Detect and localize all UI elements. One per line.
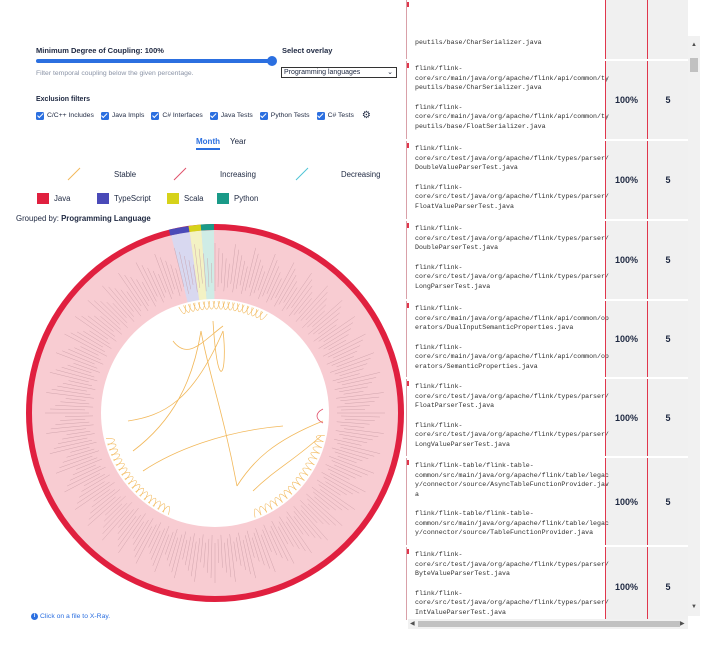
stable-trend-icon — [67, 167, 81, 181]
checkbox-checked[interactable] — [151, 111, 160, 120]
table-row[interactable]: flink/flink- core/src/test/java/org/apac… — [406, 547, 688, 620]
tab-month[interactable]: Month — [196, 137, 220, 150]
degree-cell — [605, 0, 647, 59]
revisions-cell: 5 — [647, 221, 688, 299]
file-path[interactable]: flink/flink-table/flink-table- common/sr… — [407, 509, 609, 538]
filter-cpp-includes[interactable]: C/C++ Includes — [36, 111, 94, 120]
revisions-cell: 5 — [647, 61, 688, 139]
horizontal-scroll-thumb[interactable] — [418, 621, 680, 627]
chevron-down-icon: ⌄ — [387, 69, 393, 76]
legend-typescript: TypeScript — [97, 193, 151, 204]
degree-cell: 100% — [605, 141, 647, 219]
exclusion-filters: C/C++ Includes Java Impls C# Interfaces … — [36, 110, 371, 121]
exclusion-filters-label: Exclusion filters — [36, 96, 91, 103]
file-path[interactable]: flink/flink- core/src/test/java/org/apac… — [407, 144, 609, 173]
degree-cell: 100% — [605, 61, 647, 139]
coupling-slider-track[interactable] — [36, 59, 272, 63]
tab-year[interactable]: Year — [230, 137, 246, 150]
file-path[interactable]: flink/flink- core/src/test/java/org/apac… — [407, 550, 609, 579]
gear-icon[interactable]: ⚙ — [362, 110, 371, 121]
file-path[interactable]: flink/flink- core/src/test/java/org/apac… — [407, 183, 609, 212]
file-path[interactable]: flink/flink- core/src/test/java/org/apac… — [407, 263, 609, 292]
horizontal-scrollbar[interactable]: ◀ ▶ — [408, 619, 688, 629]
revisions-cell: 5 — [647, 458, 688, 545]
legend-python: Python — [217, 193, 258, 204]
info-icon: i — [31, 613, 38, 620]
file-path[interactable]: flink/flink-table/flink-table- common/sr… — [407, 461, 609, 499]
file-path[interactable]: peutils/base/CharSerializer.java — [407, 38, 605, 48]
file-path[interactable]: flink/flink- core/src/test/java/org/apac… — [407, 421, 609, 450]
xray-hint: i Click on a file to X-Ray. — [31, 613, 110, 620]
scroll-left-icon[interactable]: ◀ — [410, 620, 415, 627]
coupling-hint: Filter temporal coupling below the given… — [36, 70, 194, 77]
table-row[interactable]: flink/flink- core/src/test/java/org/apac… — [406, 379, 688, 457]
table-row[interactable]: flink/flink- core/src/main/java/org/apac… — [406, 301, 688, 378]
file-path[interactable]: flink/flink- core/src/main/java/org/apac… — [407, 343, 609, 372]
decreasing-trend-icon — [295, 167, 309, 181]
legend-java: Java — [37, 193, 70, 204]
java-swatch — [37, 193, 49, 204]
scroll-up-icon[interactable]: ▲ — [691, 42, 697, 48]
legend-scala: Scala — [167, 193, 204, 204]
degree-cell: 100% — [605, 458, 647, 545]
typescript-ring — [168, 226, 190, 236]
coupling-title: Minimum Degree of Coupling: 100% — [36, 46, 164, 55]
revisions-cell: 5 — [647, 301, 688, 377]
revisions-cell: 5 — [647, 379, 688, 456]
typescript-swatch — [97, 193, 109, 204]
degree-cell: 100% — [605, 379, 647, 456]
revisions-cell: 5 — [647, 141, 688, 219]
legend-increasing: Increasing — [220, 170, 256, 179]
filter-python-tests[interactable]: Python Tests — [259, 111, 310, 120]
coupling-circle[interactable] — [23, 221, 407, 605]
coupling-panel: Minimum Degree of Coupling: 100% Filter … — [0, 0, 404, 651]
table-row[interactable]: flink/flink-table/flink-table- common/sr… — [406, 458, 688, 546]
table-row[interactable]: flink/flink- core/src/main/java/org/apac… — [406, 61, 688, 140]
table-row[interactable]: flink/flink- core/src/test/java/org/apac… — [406, 221, 688, 300]
scroll-right-icon[interactable]: ▶ — [680, 620, 685, 627]
file-path[interactable]: flink/flink- core/src/main/java/org/apac… — [407, 103, 609, 132]
file-path[interactable]: flink/flink- core/src/test/java/org/apac… — [407, 382, 609, 411]
file-path[interactable]: flink/flink- core/src/test/java/org/apac… — [407, 589, 609, 618]
coupling-table: peutils/base/CharSerializer.java flink/f… — [406, 0, 688, 620]
period-tabs: Month Year — [196, 137, 246, 150]
vertical-scroll-thumb[interactable] — [690, 58, 698, 72]
legend-decreasing: Decreasing — [341, 170, 381, 179]
filter-csharp-tests[interactable]: C# Tests — [316, 111, 354, 120]
checkbox-checked[interactable] — [259, 111, 268, 120]
table-row[interactable]: flink/flink- core/src/test/java/org/apac… — [406, 141, 688, 220]
degree-cell: 100% — [605, 301, 647, 377]
filter-csharp-interfaces[interactable]: C# Interfaces — [151, 111, 203, 120]
checkbox-checked[interactable] — [209, 111, 218, 120]
coupling-slider-thumb[interactable] — [267, 56, 277, 66]
degree-cell: 100% — [605, 221, 647, 299]
checkbox-checked[interactable] — [36, 111, 44, 120]
increasing-trend-icon — [173, 167, 187, 181]
table-row[interactable]: peutils/base/CharSerializer.java — [406, 0, 688, 60]
scroll-down-icon[interactable]: ▼ — [691, 604, 697, 610]
checkbox-checked[interactable] — [100, 111, 109, 120]
overlay-select[interactable]: Programming languages ⌄ — [281, 67, 397, 78]
scala-swatch — [167, 193, 179, 204]
python-swatch — [217, 193, 229, 204]
filter-java-tests[interactable]: Java Tests — [209, 111, 253, 120]
overlay-label: Select overlay — [282, 46, 333, 55]
checkbox-checked[interactable] — [316, 111, 325, 120]
filter-java-impls[interactable]: Java Impls — [100, 111, 144, 120]
revisions-cell — [647, 0, 688, 59]
overlay-select-value: Programming languages — [284, 69, 361, 76]
legend-stable: Stable — [114, 170, 137, 179]
file-path[interactable]: flink/flink- core/src/main/java/org/apac… — [407, 304, 609, 333]
revisions-cell: 5 — [647, 547, 688, 620]
vertical-scrollbar[interactable]: ▲ ▼ — [688, 36, 700, 616]
scala-ring — [188, 224, 202, 233]
file-path[interactable]: flink/flink- core/src/main/java/org/apac… — [407, 64, 609, 93]
file-path[interactable]: flink/flink- core/src/test/java/org/apac… — [407, 224, 609, 253]
python-ring — [200, 224, 215, 231]
degree-cell: 100% — [605, 547, 647, 620]
